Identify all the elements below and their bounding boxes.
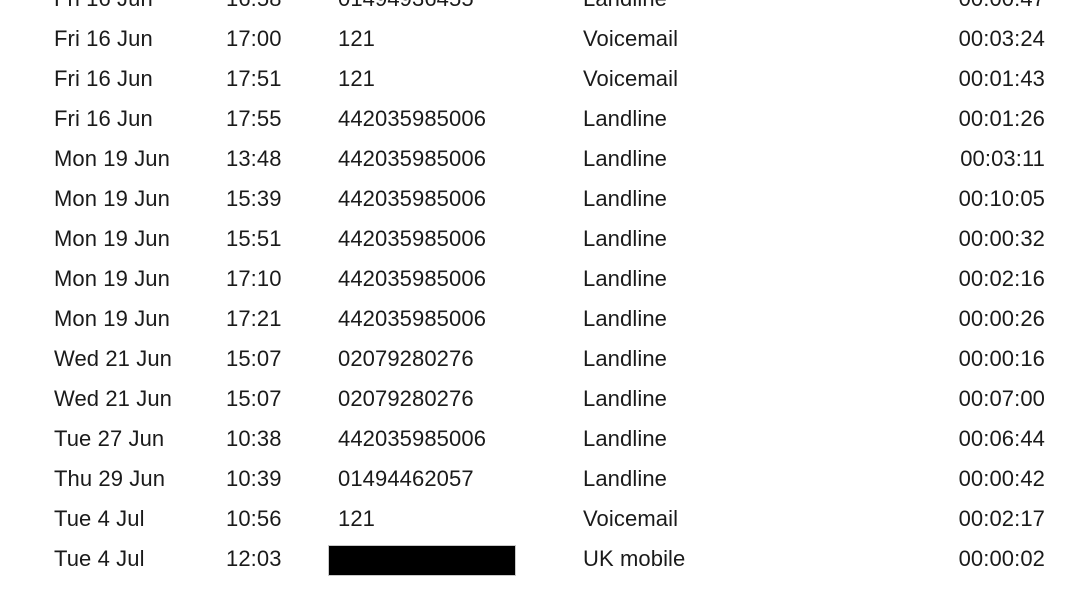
call-time: 17:10	[226, 266, 282, 291]
call-date: Mon 19 Jun	[54, 226, 170, 251]
call-time: 12:03	[226, 546, 282, 571]
call-number: 121	[338, 26, 376, 51]
call-duration: 00:02:17	[958, 506, 1045, 531]
call-duration: 00:06:44	[958, 426, 1045, 451]
call-type: Voicemail	[583, 66, 679, 91]
call-time: 17:00	[226, 26, 282, 51]
call-date: Mon 19 Jun	[54, 186, 170, 211]
call-date: Fri 16 Jun	[54, 106, 153, 131]
call-type: Landline	[583, 306, 667, 331]
call-time: 10:38	[226, 426, 282, 451]
call-time: 10:39	[226, 466, 282, 491]
table-row: Mon 19 Jun 13:48 442035985006 Landline 00:03…	[0, 139, 1080, 179]
table-row: Fri 16 Jun 16:58 01494936455 Landline 00:00:…	[0, 0, 1080, 19]
call-type: Landline	[583, 186, 667, 211]
call-duration: 00:01:43	[958, 66, 1045, 91]
call-type: Voicemail	[583, 26, 679, 51]
call-number: 01494462057	[338, 466, 474, 491]
call-date: Mon 19 Jun	[54, 306, 170, 331]
call-duration: 00:07:00	[958, 386, 1045, 411]
call-type: Voicemail	[583, 506, 679, 531]
table-row: Fri 16 Jun 17:00 121 Voicemail 00:03:24	[0, 19, 1080, 59]
call-type: Landline	[583, 226, 667, 251]
table-row: Mon 19 Jun 15:39 442035985006 Landline 00:10…	[0, 179, 1080, 219]
call-duration: 00:03:11	[960, 146, 1045, 171]
table-row: Wed 21 Jun 15:07 02079280276 Landline 00:07:…	[0, 379, 1080, 419]
table-row: Mon 19 Jun 17:10 442035985006 Landline 00:02…	[0, 259, 1080, 299]
call-time: 16:58	[226, 0, 282, 19]
call-log-table: Fri 16 Jun 16:58 01494936455 Landline 00:00:…	[0, 0, 1080, 586]
call-type: Landline	[583, 146, 667, 171]
call-date: Wed 21 Jun	[54, 386, 173, 411]
call-date: Mon 19 Jun	[54, 266, 170, 291]
table-row: Tue 27 Jun 10:38 442035985006 Landline 00:06…	[0, 419, 1080, 459]
call-date: Tue 27 Jun	[54, 426, 165, 451]
call-time: 13:48	[226, 146, 282, 171]
call-number: 121	[338, 506, 376, 531]
call-duration: 00:00:02	[958, 546, 1045, 571]
call-number: 442035985006	[338, 226, 487, 251]
call-type: Landline	[583, 386, 667, 411]
call-time: 15:39	[226, 186, 282, 211]
call-number: 442035985006	[338, 106, 487, 131]
table-row: Tue 4 Jul 12:03 UK mobile 00:00:02	[0, 539, 1080, 579]
table-row: Fri 16 Jun 17:51 121 Voicemail 00:01:43	[0, 59, 1080, 99]
call-number: 442035985006	[338, 306, 487, 331]
call-time: 17:21	[226, 306, 282, 331]
call-number: 442035985006	[338, 186, 487, 211]
table-row: Fri 16 Jun 17:55 442035985006 Landline 00:01…	[0, 99, 1080, 139]
call-date: Fri 16 Jun	[54, 66, 153, 91]
call-duration: 00:10:05	[958, 186, 1045, 211]
call-number: 01494936455	[338, 0, 474, 19]
call-time: 17:51	[226, 66, 282, 91]
call-time: 17:55	[226, 106, 282, 131]
table-row: Mon 19 Jun 15:51 442035985006 Landline 00:00…	[0, 219, 1080, 259]
call-duration: 00:00:32	[958, 226, 1045, 251]
call-date: Wed 21 Jun	[54, 346, 173, 371]
call-time: 15:07	[226, 346, 282, 371]
call-type: UK mobile	[583, 546, 686, 571]
call-duration: 00:03:24	[958, 26, 1045, 51]
call-date: Tue 4 Jul	[54, 506, 145, 531]
call-duration: 00:02:16	[958, 266, 1045, 291]
call-time: 15:51	[226, 226, 282, 251]
call-duration: 00:01:26	[958, 106, 1045, 131]
call-type: Landline	[583, 0, 667, 19]
call-time: 10:56	[226, 506, 282, 531]
call-type: Landline	[583, 426, 667, 451]
call-date: Thu 29 Jun	[54, 466, 166, 491]
call-date: Mon 19 Jun	[54, 146, 170, 171]
call-number: 442035985006	[338, 426, 487, 451]
call-number: 02079280276	[338, 346, 474, 371]
table-row: Wed 21 Jun 15:07 02079280276 Landline 00:00:…	[0, 339, 1080, 379]
call-number: 442035985006	[338, 146, 487, 171]
table-row: Thu 29 Jun 10:39 01494462057 Landline 00:00:…	[0, 459, 1080, 499]
call-number: 121	[338, 66, 376, 91]
call-type: Landline	[583, 466, 667, 491]
call-type: Landline	[583, 346, 667, 371]
call-type: Landline	[583, 266, 667, 291]
call-duration: 00:00:42	[958, 466, 1045, 491]
call-number: 442035985006	[338, 266, 487, 291]
table-row: Tue 4 Jul 10:56 121 Voicemail 00:02:17	[0, 499, 1080, 539]
call-duration: 00:00:47	[949, 0, 1045, 19]
call-number: 02079280276	[338, 386, 474, 411]
call-date: Fri 16 Jun	[54, 26, 153, 51]
call-type: Landline	[583, 106, 667, 131]
call-duration: 00:00:26	[958, 306, 1045, 331]
call-date: Tue 4 Jul	[54, 546, 145, 571]
call-date: Fri 16 Jun	[54, 0, 153, 19]
call-time: 15:07	[226, 386, 282, 411]
table-row: Mon 19 Jun 17:21 442035985006 Landline 00:00…	[0, 299, 1080, 339]
call-duration: 00:00:16	[958, 346, 1045, 371]
redacted-number-box	[328, 545, 516, 576]
